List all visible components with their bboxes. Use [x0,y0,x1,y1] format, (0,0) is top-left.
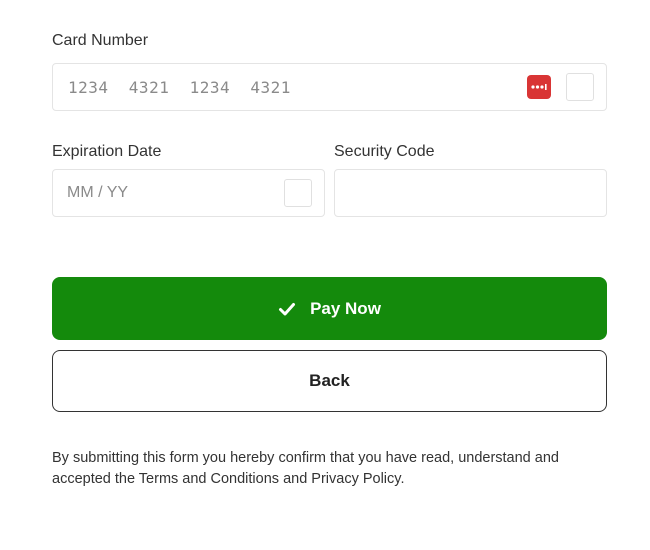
calendar-placeholder-icon [284,179,312,207]
expiration-date-label: Expiration Date [52,143,162,160]
security-code-label: Security Code [334,143,435,160]
card-number-label: Card Number [52,32,149,49]
back-label: Back [309,371,350,390]
back-button[interactable]: Back [52,350,607,412]
security-code-input[interactable] [335,170,606,216]
card-number-field [52,63,607,111]
security-code-field [334,169,607,217]
card-placeholder-icon [566,73,594,101]
expiration-date-field [52,169,325,217]
pay-now-label: Pay Now [310,298,381,318]
check-icon [278,300,296,318]
terms-disclaimer: By submitting this form you hereby confi… [52,450,559,487]
pay-now-button[interactable]: Pay Now [52,277,607,340]
card-brand-icon [527,75,551,99]
card-number-input[interactable] [53,64,606,110]
